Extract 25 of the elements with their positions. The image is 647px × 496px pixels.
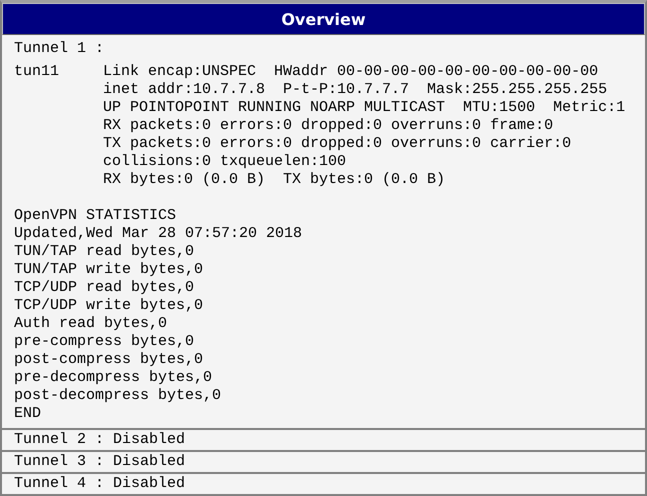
tunnel-status: Tunnel 1 : <box>14 40 104 58</box>
statistics-line: post-compress bytes,0 <box>14 351 204 369</box>
statistics-line: pre-decompress bytes,0 <box>14 369 212 387</box>
interface-info-line: inet addr:10.7.7.8 P-t-P:10.7.7.7 Mask:255.255.255.255 <box>103 81 608 99</box>
statistics-line: TCP/UDP write bytes,0 <box>14 297 204 315</box>
interface-info-line: TX packets:0 errors:0 dropped:0 overruns:0 carrier:0 <box>103 135 572 153</box>
tunnel-status: Tunnel 2 : Disabled <box>14 431 186 449</box>
statistics-line: TCP/UDP read bytes,0 <box>14 279 194 297</box>
interface-info-line: RX bytes:0 (0.0 B) TX bytes:0 (0.0 B) <box>103 171 446 189</box>
interface-info-line: RX packets:0 errors:0 dropped:0 overruns:0 frame:0 <box>103 117 554 135</box>
interface-info-line: Link encap:UNSPEC HWaddr 00-00-00-00-00-00-00-00-00-00 <box>103 63 598 81</box>
panel-title: Overview <box>2 3 645 35</box>
tunnel-status: Tunnel 4 : Disabled <box>14 475 186 493</box>
statistics-line: TUN/TAP read bytes,0 <box>14 243 194 261</box>
statistics-line: pre-compress bytes,0 <box>14 333 194 351</box>
statistics-line: Auth read bytes,0 <box>14 315 168 333</box>
statistics-line: Updated,Wed Mar 28 07:57:20 2018 <box>14 225 302 243</box>
statistics-line: TUN/TAP write bytes,0 <box>14 261 204 279</box>
statistics-line: post-decompress bytes,0 <box>14 387 222 405</box>
statistics-line: OpenVPN STATISTICS <box>14 207 176 225</box>
statistics-line: END <box>14 405 42 423</box>
interface-name: tun11 <box>14 63 60 81</box>
interface-info-line: UP POINTOPOINT RUNNING NOARP MULTICAST MTU:1500 Metric:1 <box>103 99 626 117</box>
tunnel-status: Tunnel 3 : Disabled <box>14 453 186 471</box>
interface-info-line: collisions:0 txqueuelen:100 <box>103 153 346 171</box>
